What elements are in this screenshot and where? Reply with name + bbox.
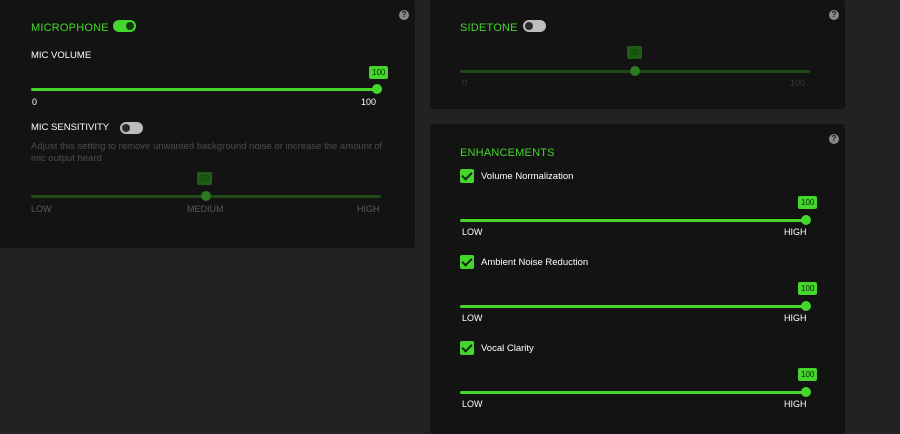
sidetone-max-label: 100 <box>790 78 806 88</box>
help-icon[interactable]: ? <box>829 134 839 144</box>
vocal-clarity-slider-track[interactable] <box>460 391 806 394</box>
sidetone-panel: ? SIDETONE 50 0 100 <box>430 0 845 109</box>
mic-sensitivity-description: Adjust this setting to remove unwanted b… <box>31 141 383 164</box>
vocal-clarity-label: Vocal Clarity <box>481 343 534 354</box>
toggle-knob <box>126 22 134 30</box>
vocal-clarity-slider-thumb[interactable] <box>801 387 811 397</box>
ambient-noise-reduction-high-label: HIGH <box>784 313 807 323</box>
volume-normalization-value-bubble: 100 <box>798 196 818 209</box>
mic-sensitivity-value-bubble: 50 <box>197 172 212 185</box>
sidetone-slider-thumb[interactable] <box>630 66 640 76</box>
mic-volume-slider-thumb[interactable] <box>372 84 382 94</box>
mic-volume-min-label: 0 <box>32 97 38 107</box>
vocal-clarity-checkbox[interactable] <box>460 341 474 355</box>
volume-normalization-high-label: HIGH <box>784 227 807 237</box>
mic-volume-label: MIC VOLUME <box>31 50 92 61</box>
mic-sensitivity-toggle[interactable] <box>120 122 143 134</box>
mic-volume-slider-track[interactable] <box>31 88 377 91</box>
ambient-noise-reduction-checkbox[interactable] <box>460 255 474 269</box>
volume-normalization-slider-thumb[interactable] <box>801 215 811 225</box>
vocal-clarity-low-label: LOW <box>462 399 483 409</box>
sidetone-title: SIDETONE <box>460 22 518 34</box>
volume-normalization-low-label: LOW <box>462 227 483 237</box>
ambient-noise-reduction-slider-thumb[interactable] <box>801 301 811 311</box>
enhancements-title: ENHANCEMENTS <box>460 147 555 159</box>
vocal-clarity-high-label: HIGH <box>784 399 807 409</box>
help-icon[interactable]: ? <box>399 10 409 20</box>
mic-volume-value-bubble: 100 <box>369 66 389 79</box>
microphone-toggle[interactable] <box>113 20 136 32</box>
volume-normalization-label: Volume Normalization <box>481 171 574 182</box>
toggle-knob <box>122 124 130 132</box>
microphone-panel: ? MICROPHONE MIC VOLUME 100 0 100 MIC SE… <box>0 0 415 248</box>
ambient-noise-reduction-slider-track[interactable] <box>460 305 806 308</box>
enhancements-panel: ? ENHANCEMENTS Volume Normalization 100 … <box>430 124 845 434</box>
mic-sensitivity-medium-label: MEDIUM <box>187 204 224 214</box>
ambient-noise-reduction-low-label: LOW <box>462 313 483 323</box>
ambient-noise-reduction-value-bubble: 100 <box>798 282 818 295</box>
mic-sensitivity-label: MIC SENSITIVITY <box>31 122 110 133</box>
ambient-noise-reduction-label: Ambient Noise Reduction <box>481 257 589 268</box>
toggle-knob <box>525 22 533 30</box>
volume-normalization-slider-track[interactable] <box>460 219 806 222</box>
volume-normalization-checkbox[interactable] <box>460 169 474 183</box>
mic-sensitivity-high-label: HIGH <box>357 204 380 214</box>
sidetone-value-bubble: 50 <box>627 46 642 59</box>
mic-sensitivity-low-label: LOW <box>31 204 52 214</box>
sidetone-min-label: 0 <box>462 78 468 88</box>
mic-sensitivity-slider-thumb[interactable] <box>201 191 211 201</box>
help-icon[interactable]: ? <box>829 10 839 20</box>
microphone-title: MICROPHONE <box>31 22 109 34</box>
vocal-clarity-value-bubble: 100 <box>798 368 818 381</box>
sidetone-toggle[interactable] <box>523 20 546 32</box>
mic-volume-max-label: 100 <box>361 97 377 107</box>
